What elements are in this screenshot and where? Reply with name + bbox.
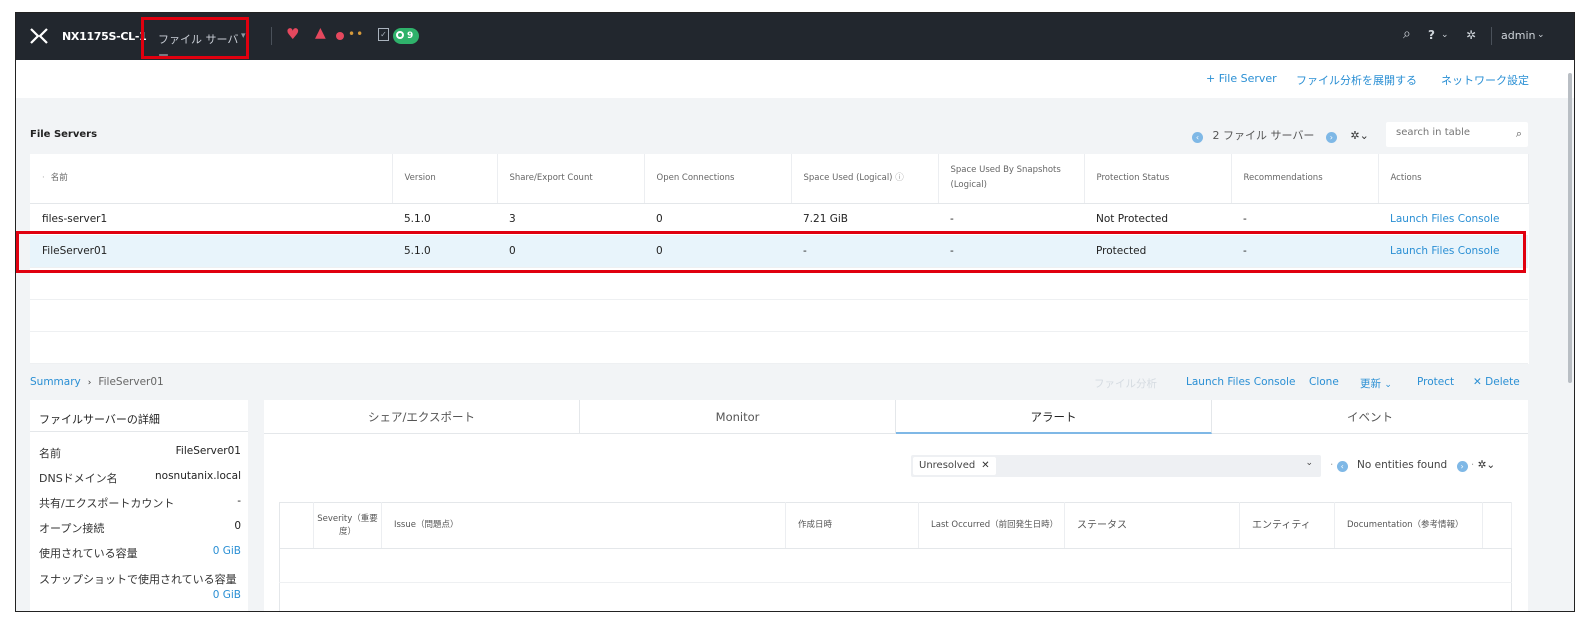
column-header-protection[interactable]: Protection Status: [1084, 154, 1232, 204]
prev-page-icon[interactable]: ‹: [1192, 132, 1203, 143]
table-search-input[interactable]: [1396, 127, 1501, 138]
column-header-share-count[interactable]: Share/Export Count: [497, 154, 645, 204]
update-action[interactable]: 更新 ⌄: [1360, 376, 1392, 391]
gear-icon[interactable]: ✲: [1466, 28, 1476, 42]
tab-shares-exports[interactable]: シェア/エクスポート: [264, 400, 580, 434]
detail-row-snapshot-space: スナップショットで使用されている容量: [39, 573, 237, 586]
chevron-right-icon: ›: [87, 378, 92, 388]
file-analytics-action: ファイル分析: [1094, 378, 1157, 390]
detail-row-dns: DNSドメイン名 nosnutanix.local: [39, 470, 241, 485]
detail-row-name: 名前 FileServer01: [39, 445, 241, 460]
help-icon[interactable]: ?: [1428, 28, 1435, 42]
divider: [271, 27, 272, 45]
column-header-created[interactable]: 作成日時: [785, 502, 919, 549]
prev-page-icon[interactable]: ‹: [1336, 461, 1348, 472]
tasks-badge[interactable]: 9: [393, 28, 420, 44]
alert-filter-bar[interactable]: Unresolved ✕ ⌄: [911, 455, 1321, 477]
close-icon: ✕: [1473, 376, 1482, 388]
breadcrumb-summary-link[interactable]: Summary: [30, 376, 81, 388]
file-servers-title: File Servers: [30, 129, 98, 140]
divider: [1491, 27, 1492, 45]
task-ring-icon: [396, 31, 404, 39]
column-header-space-used[interactable]: Space Used (Logical) ⓘ: [791, 154, 939, 204]
file-server-details-panel: ファイルサーバーの詳細 名前 FileServer01 DNSドメイン名 nosnu…: [30, 400, 248, 611]
table-settings-gear-icon[interactable]: ✲⌄: [1478, 459, 1496, 471]
column-header-actions: Actions: [1378, 154, 1529, 204]
empty-row: [279, 582, 1512, 611]
clone-action[interactable]: Clone: [1309, 376, 1339, 388]
protect-action[interactable]: Protect: [1417, 376, 1454, 388]
app-window: NX1175S-CL-1 ファイル サーバー ▾ ♥ ▲ •• ✓ 9 ⌕ ? …: [15, 12, 1575, 612]
nutanix-logo-icon[interactable]: [30, 27, 48, 45]
tab-monitor[interactable]: Monitor: [580, 400, 896, 434]
tab-bar: シェア/エクスポート Monitor アラート イベント: [264, 400, 1528, 434]
alerts-header-row: Severity（重要度） Issue（問題点） 作成日時 Last Occur…: [279, 502, 1512, 549]
detail-tabs-panel: シェア/エクスポート Monitor アラート イベント Unresolved ✕…: [264, 400, 1528, 611]
page-action-bar: + File Server ファイル分析を展開する ネットワーク設定: [16, 60, 1574, 98]
empty-row: [30, 331, 1528, 364]
critical-alert-dot-icon[interactable]: [336, 32, 344, 40]
launch-files-console-action[interactable]: Launch Files Console: [1186, 376, 1295, 388]
column-header-last-occurred[interactable]: Last Occurred（前回発生日時）: [918, 502, 1065, 549]
info-icon: ⓘ: [895, 172, 904, 183]
search-icon: ⌕: [1515, 127, 1522, 140]
next-page-icon[interactable]: ›: [1456, 461, 1468, 472]
cluster-name[interactable]: NX1175S-CL-1: [62, 30, 147, 43]
add-file-server-link[interactable]: + File Server: [1206, 72, 1277, 85]
empty-row: [279, 548, 1512, 583]
table-settings-gear-icon[interactable]: ✲⌄: [1350, 129, 1368, 142]
column-header-snapshot-space[interactable]: Space Used By Snapshots (Logical): [938, 154, 1085, 204]
network-settings-link[interactable]: ネットワーク設定: [1441, 72, 1529, 88]
alerts-table: Severity（重要度） Issue（問題点） 作成日時 Last Occur…: [279, 502, 1512, 611]
tab-events[interactable]: イベント: [1212, 400, 1528, 434]
tab-alerts[interactable]: アラート: [896, 400, 1212, 434]
detail-row-open-connections: オープン接続 0: [39, 520, 241, 535]
details-title: ファイルサーバーの詳細: [30, 400, 248, 432]
column-header-recommendations[interactable]: Recommendations: [1231, 154, 1379, 204]
empty-column: [1482, 502, 1512, 549]
table-pager: ‹ 2 ファイル サーバー › ✲⌄: [1192, 127, 1369, 143]
tasks-icon[interactable]: ✓: [378, 28, 389, 41]
select-all-column[interactable]: [279, 502, 314, 549]
column-header-version[interactable]: Version: [392, 154, 498, 204]
user-menu[interactable]: admin: [1501, 29, 1535, 42]
detail-row-space-used: 使用されている容量 0 GiB: [39, 545, 241, 560]
chevron-down-icon: ⌄: [1384, 380, 1392, 390]
more-alerts-icon[interactable]: ••: [348, 27, 364, 41]
task-count: 9: [407, 31, 414, 41]
column-header-status[interactable]: ステータス: [1064, 502, 1240, 549]
column-header-name[interactable]: · 名前: [30, 154, 393, 204]
chevron-down-icon: ▾: [241, 31, 246, 41]
search-icon[interactable]: ⌕: [1403, 26, 1411, 42]
page-scrollbar[interactable]: [1568, 73, 1572, 383]
table-header-row: · 名前 Version Share/Export Count Open Conn…: [30, 154, 1529, 204]
health-heart-icon[interactable]: ♥: [286, 25, 299, 43]
column-header-documentation[interactable]: Documentation（参考情報）: [1334, 502, 1483, 549]
top-navigation-bar: NX1175S-CL-1 ファイル サーバー ▾ ♥ ▲ •• ✓ 9 ⌕ ? …: [16, 13, 1574, 62]
breadcrumb: Summary › FileServer01: [30, 376, 164, 388]
close-icon: ✕: [981, 460, 990, 471]
deploy-file-analytics-link[interactable]: ファイル分析を展開する: [1296, 72, 1417, 88]
main-menu-label: ファイル サーバー: [158, 33, 239, 62]
alert-bell-icon[interactable]: ▲: [315, 25, 326, 41]
column-header-open-connections[interactable]: Open Connections: [644, 154, 792, 204]
next-page-icon[interactable]: ›: [1325, 132, 1337, 143]
delete-action[interactable]: ✕ Delete: [1473, 376, 1520, 388]
help-chevron-icon[interactable]: ⌄: [1441, 30, 1449, 40]
main-menu-dropdown[interactable]: ファイル サーバー ▾: [141, 17, 249, 62]
detail-row-share-count: 共有/エクスポートカウント -: [39, 495, 241, 510]
chevron-down-icon[interactable]: ⌄: [1305, 458, 1313, 468]
pager-count: 2 ファイル サーバー: [1212, 129, 1315, 142]
empty-row: [30, 299, 1528, 332]
alerts-pager: · ‹ No entities found › · ✲⌄: [1330, 459, 1496, 472]
breadcrumb-current: FileServer01: [98, 376, 164, 388]
no-entities-text: No entities found: [1357, 459, 1448, 471]
selected-row-highlight: [16, 231, 1526, 273]
user-chevron-icon[interactable]: ⌄: [1537, 30, 1545, 40]
column-header-entity[interactable]: エンティティ: [1239, 502, 1335, 549]
filter-chip-unresolved[interactable]: Unresolved ✕: [913, 457, 996, 475]
table-search[interactable]: ⌕: [1386, 122, 1528, 147]
column-header-issue[interactable]: Issue（問題点）: [381, 502, 786, 549]
column-header-severity[interactable]: Severity（重要度）: [313, 502, 382, 549]
